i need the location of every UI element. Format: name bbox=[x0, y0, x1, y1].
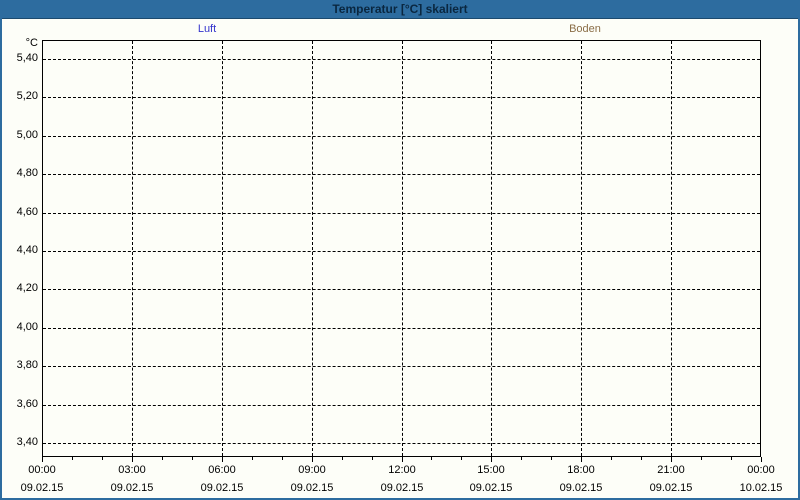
x-minor-tick bbox=[72, 457, 73, 460]
y-tick-label: 4,80 bbox=[16, 167, 38, 179]
x-date-label: 09.02.15 bbox=[290, 482, 334, 494]
x-major-tick bbox=[761, 457, 762, 462]
x-gridline bbox=[581, 41, 582, 456]
x-minor-tick bbox=[192, 457, 193, 460]
x-major-tick bbox=[42, 457, 43, 462]
x-date-label: 09.02.15 bbox=[380, 482, 424, 494]
y-tick-label: 4,40 bbox=[16, 244, 38, 256]
y-tick-label: 4,00 bbox=[16, 321, 38, 333]
x-time-label: 09:00 bbox=[298, 464, 326, 476]
y-tick-label: 4,60 bbox=[16, 206, 38, 218]
x-minor-tick bbox=[731, 457, 732, 460]
y-tick-label: 3,40 bbox=[16, 436, 38, 448]
x-gridline bbox=[491, 41, 492, 456]
y-tick-label: 3,80 bbox=[16, 359, 38, 371]
x-minor-tick bbox=[372, 457, 373, 460]
x-major-tick bbox=[581, 457, 582, 462]
x-time-label: 21:00 bbox=[657, 464, 685, 476]
x-time-label: 00:00 bbox=[747, 464, 775, 476]
x-gridline bbox=[222, 41, 223, 456]
x-minor-tick bbox=[611, 457, 612, 460]
x-minor-tick bbox=[641, 457, 642, 460]
x-minor-tick bbox=[431, 457, 432, 460]
x-major-tick bbox=[671, 457, 672, 462]
y-tick-label: 4,20 bbox=[16, 282, 38, 294]
y-axis-unit-label: °C bbox=[25, 37, 38, 49]
x-date-label: 09.02.15 bbox=[649, 482, 693, 494]
plot-area bbox=[42, 40, 761, 457]
x-minor-tick bbox=[461, 457, 462, 460]
x-time-label: 00:00 bbox=[28, 464, 56, 476]
x-date-label: 10.02.15 bbox=[739, 482, 783, 494]
chart-title: Temperatur [°C] skaliert bbox=[332, 2, 468, 16]
x-date-label: 09.02.15 bbox=[559, 482, 603, 494]
y-tick-label: 3,60 bbox=[16, 398, 38, 410]
x-minor-tick bbox=[521, 457, 522, 460]
y-tick-label: 5,00 bbox=[16, 129, 38, 141]
legend-item-luft: Luft bbox=[197, 23, 217, 35]
x-minor-tick bbox=[282, 457, 283, 460]
x-gridline bbox=[402, 41, 403, 456]
x-date-label: 09.02.15 bbox=[110, 482, 154, 494]
x-time-label: 15:00 bbox=[477, 464, 505, 476]
x-minor-tick bbox=[252, 457, 253, 460]
x-date-label: 09.02.15 bbox=[200, 482, 244, 494]
x-minor-tick bbox=[102, 457, 103, 460]
x-gridline bbox=[312, 41, 313, 456]
x-gridline bbox=[132, 41, 133, 456]
y-tick-label: 5,20 bbox=[16, 90, 38, 102]
x-major-tick bbox=[132, 457, 133, 462]
x-time-label: 06:00 bbox=[208, 464, 236, 476]
x-minor-tick bbox=[342, 457, 343, 460]
x-major-tick bbox=[402, 457, 403, 462]
x-time-label: 03:00 bbox=[118, 464, 146, 476]
x-minor-tick bbox=[162, 457, 163, 460]
x-gridline bbox=[671, 41, 672, 456]
x-minor-tick bbox=[551, 457, 552, 460]
x-major-tick bbox=[491, 457, 492, 462]
x-major-tick bbox=[222, 457, 223, 462]
x-time-label: 18:00 bbox=[567, 464, 595, 476]
x-major-tick bbox=[312, 457, 313, 462]
x-date-label: 09.02.15 bbox=[469, 482, 513, 494]
legend-item-boden: Boden bbox=[569, 23, 601, 35]
x-time-label: 12:00 bbox=[388, 464, 416, 476]
chart-window: Temperatur [°C] skaliert Luft Boden °C 5… bbox=[0, 0, 800, 500]
x-minor-tick bbox=[701, 457, 702, 460]
chart-title-bar: Temperatur [°C] skaliert bbox=[2, 0, 798, 19]
x-date-label: 09.02.15 bbox=[20, 482, 64, 494]
y-tick-label: 5,40 bbox=[16, 52, 38, 64]
